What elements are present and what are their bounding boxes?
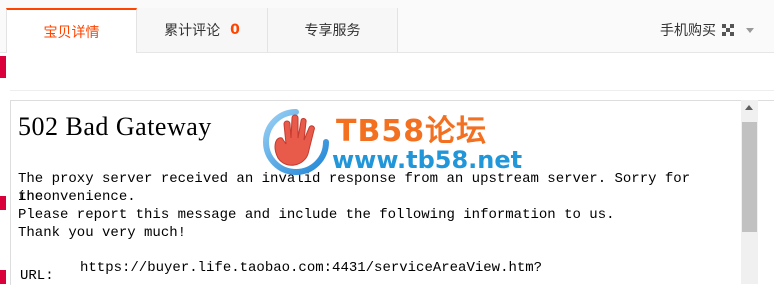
url-label: URL:: [20, 268, 54, 284]
tab-details[interactable]: 宝贝详情: [6, 8, 137, 53]
tab-reviews[interactable]: 累计评论 0: [137, 8, 268, 52]
tab-reviews-label: 累计评论: [164, 23, 221, 39]
left-edge-marker: [0, 56, 6, 78]
mobile-buy-button[interactable]: 手机购买: [660, 20, 754, 40]
watermark-url: www.tb58.net: [332, 146, 523, 174]
reviews-count: 0: [230, 22, 240, 38]
scroll-thumb[interactable]: [742, 122, 757, 232]
tab-bar: 宝贝详情 累计评论 0 专享服务 手机购买: [0, 0, 774, 53]
tab-details-label: 宝贝详情: [43, 24, 100, 41]
hand-logo-icon: [263, 109, 329, 175]
error-message-line: Thank you very much!: [18, 225, 187, 241]
scrollbar[interactable]: [741, 100, 758, 284]
scroll-up-arrow-icon[interactable]: [745, 105, 753, 110]
error-title: 502 Bad Gateway: [18, 112, 212, 141]
url-value: https://buyer.life.taobao.com:4431/servi…: [80, 260, 543, 276]
tab-services-label: 专享服务: [304, 23, 361, 39]
tab-services[interactable]: 专享服务: [268, 8, 398, 52]
error-message-line: inconvenience.: [18, 189, 136, 205]
mobile-buy-label: 手机购买: [660, 23, 716, 39]
left-edge-marker: [0, 270, 6, 284]
qr-code-icon: [722, 24, 734, 36]
divider: [10, 90, 774, 91]
left-edge-marker: [0, 196, 6, 210]
error-message-line: Please report this message and include t…: [18, 207, 615, 223]
watermark-title: TB58论坛: [336, 114, 488, 149]
chevron-down-icon: [746, 27, 754, 33]
